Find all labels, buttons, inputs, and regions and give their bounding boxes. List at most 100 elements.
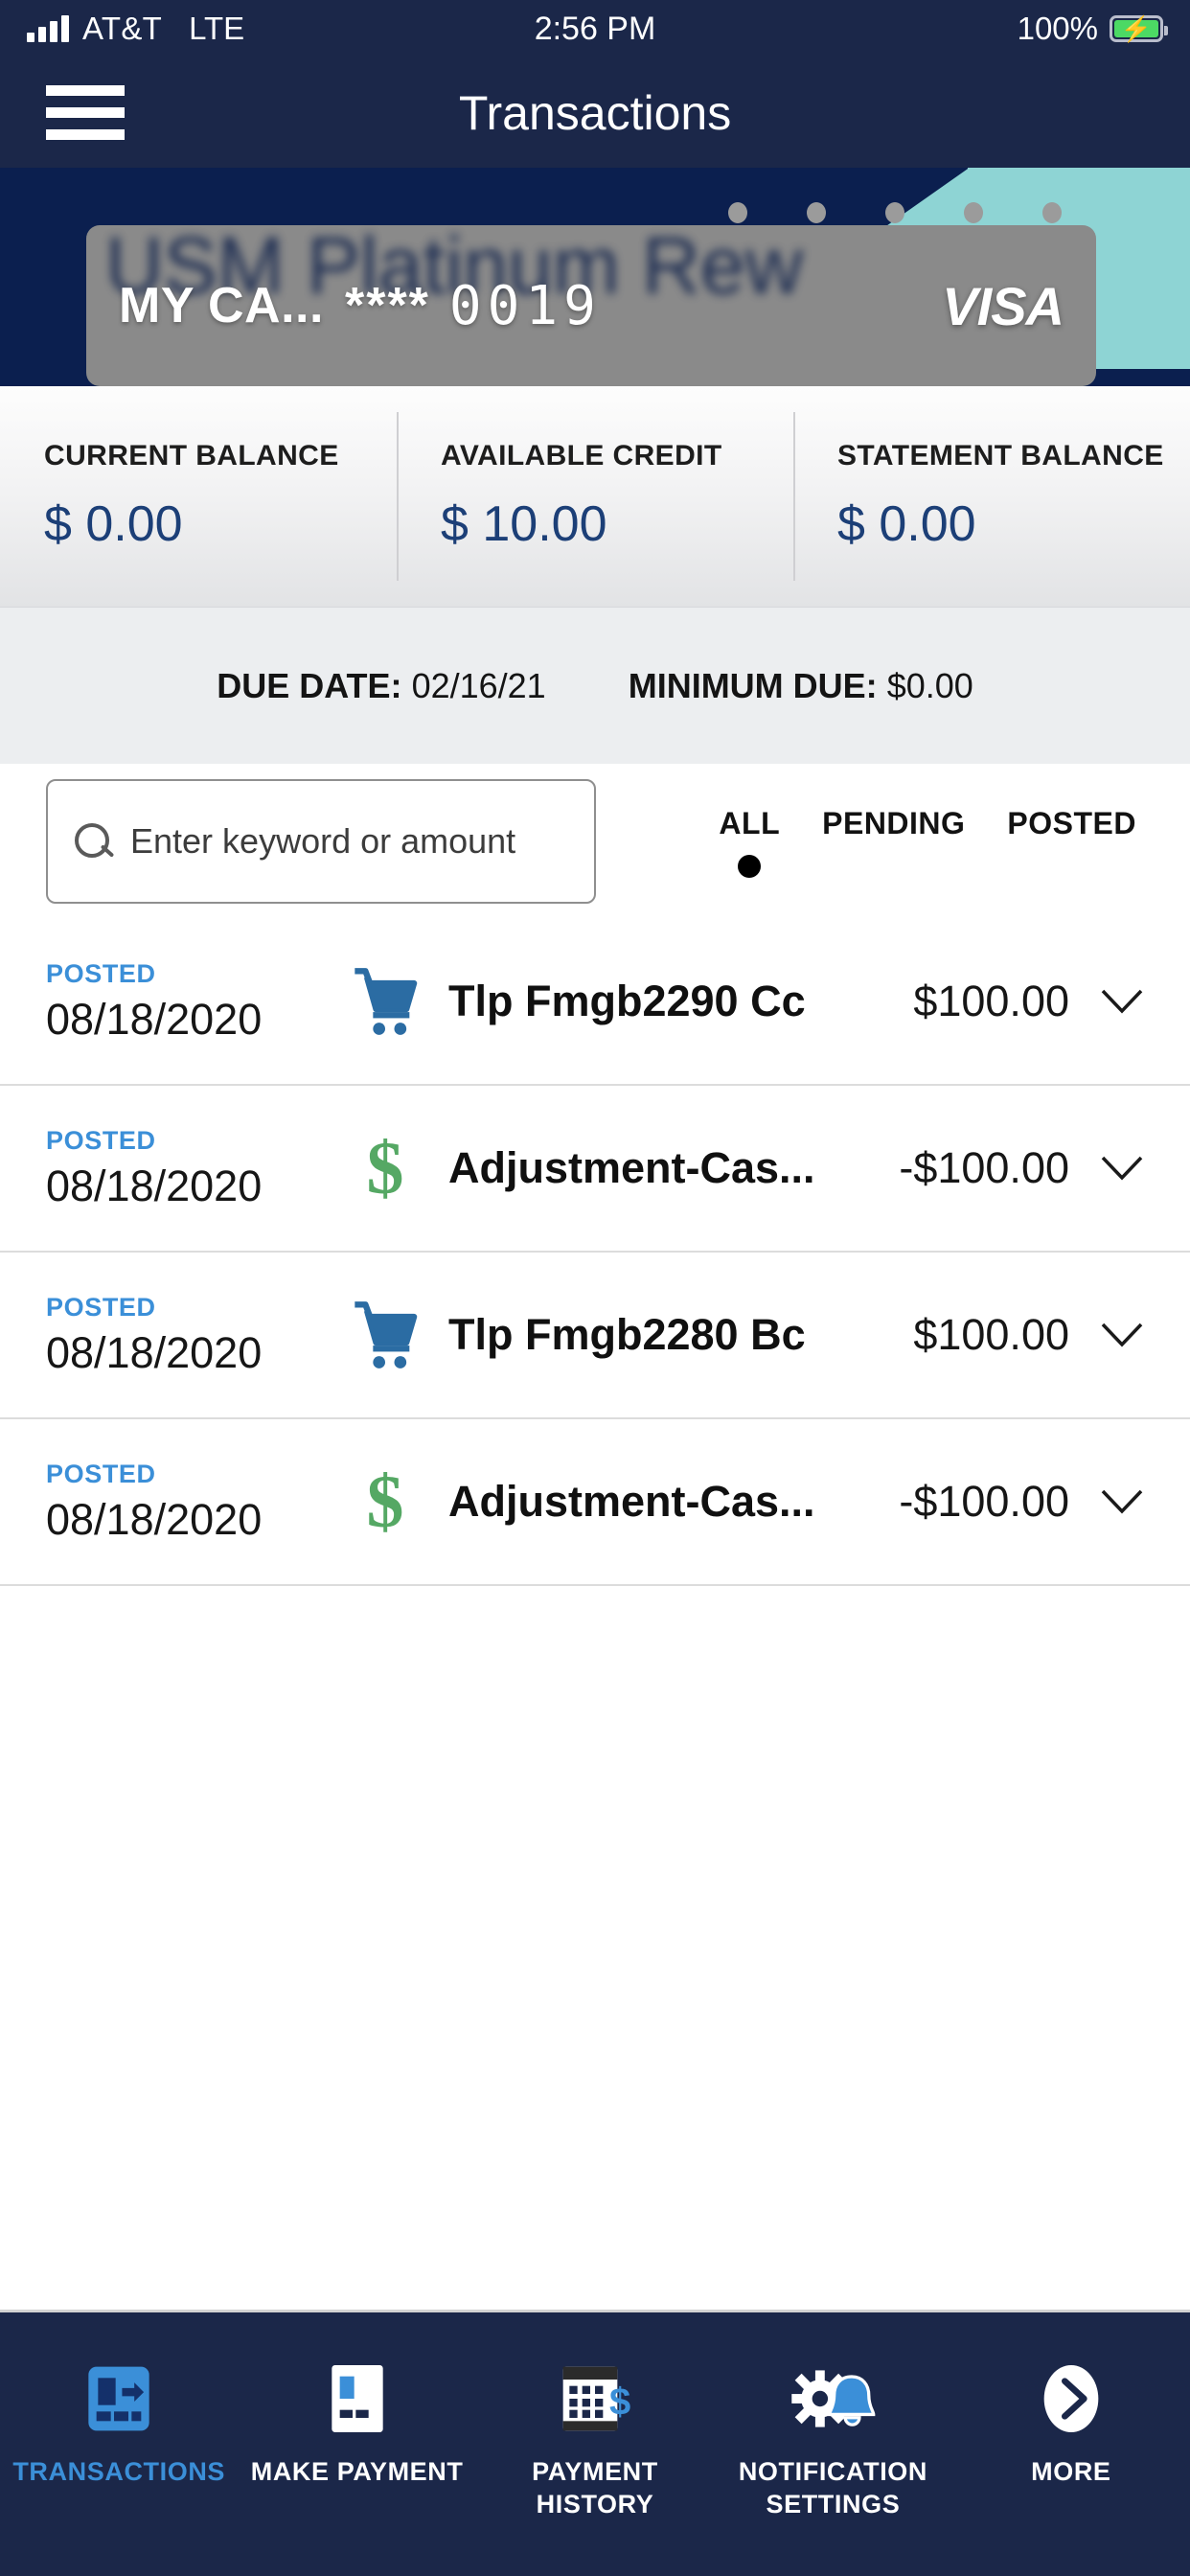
carousel-dot[interactable] bbox=[728, 202, 747, 223]
nav-item-notification-settings[interactable]: NOTIFICATION SETTINGS bbox=[714, 2358, 951, 2521]
search-icon bbox=[73, 821, 113, 862]
transaction-date-block: POSTED 08/18/2020 bbox=[46, 1126, 339, 1211]
nav-item-transactions[interactable]: TRANSACTIONS bbox=[0, 2358, 238, 2489]
transaction-amount: $100.00 bbox=[913, 977, 1069, 1025]
search-and-filters: ALL PENDING POSTED bbox=[0, 764, 1190, 919]
table-row[interactable]: POSTED 08/18/2020 $ Adjustment-Cas... -$… bbox=[0, 1419, 1190, 1586]
make-payment-card-icon bbox=[323, 2358, 392, 2439]
bottom-navigation: TRANSACTIONS MAKE PAYMENT $ PAYMENT HIST… bbox=[0, 2310, 1190, 2576]
carousel-dot[interactable] bbox=[964, 202, 983, 223]
transaction-date: 08/18/2020 bbox=[46, 1494, 263, 1544]
nav-item-make-payment[interactable]: MAKE PAYMENT bbox=[238, 2358, 475, 2489]
due-date-value: 02/16/21 bbox=[411, 665, 546, 705]
dollar-sign-icon: $ bbox=[366, 1125, 404, 1209]
status-bar-left: AT&T LTE bbox=[27, 11, 244, 47]
tab-label: ALL bbox=[719, 805, 781, 840]
table-row[interactable]: POSTED 08/18/2020 Tlp Fmgb2290 Cc $100.0… bbox=[0, 919, 1190, 1086]
chevron-down-icon[interactable] bbox=[1069, 1321, 1144, 1349]
credit-card[interactable]: USM Platinum Rew MY CA... **** 0019 VISA bbox=[86, 225, 1096, 386]
transaction-description: Adjustment-Cas... bbox=[448, 1143, 815, 1192]
transaction-date: 08/18/2020 bbox=[46, 1161, 263, 1210]
carousel-dot[interactable] bbox=[1042, 202, 1062, 223]
minimum-due: MINIMUM DUE: $0.00 bbox=[629, 666, 973, 706]
card-mask: **** bbox=[344, 278, 430, 334]
chevron-down-icon[interactable] bbox=[1069, 987, 1144, 1016]
signal-bars-icon bbox=[27, 15, 69, 42]
status-badge: POSTED bbox=[46, 958, 156, 988]
carousel-dot[interactable] bbox=[885, 202, 904, 223]
card-overlay: MY CA... **** 0019 VISA bbox=[86, 225, 1096, 386]
transaction-description: Adjustment-Cas... bbox=[448, 1477, 815, 1526]
transaction-description: Tlp Fmgb2280 Bc bbox=[448, 1310, 806, 1359]
tab-pending[interactable]: PENDING bbox=[822, 806, 965, 878]
nav-label: TRANSACTIONS bbox=[12, 2457, 226, 2486]
balance-available-credit: AVAILABLE CREDIT $ 10.00 bbox=[397, 412, 793, 581]
app-header: Transactions bbox=[0, 58, 1190, 168]
transaction-date: 08/18/2020 bbox=[46, 994, 263, 1044]
balance-value: $ 0.00 bbox=[837, 496, 976, 552]
balance-current: CURRENT BALANCE $ 0.00 bbox=[0, 420, 397, 573]
minimum-due-label: MINIMUM DUE: bbox=[628, 665, 878, 705]
carrier-label: AT&T bbox=[82, 11, 163, 46]
tab-label: PENDING bbox=[822, 805, 966, 840]
tab-selected-indicator bbox=[738, 854, 762, 878]
gear-bell-icon bbox=[789, 2358, 877, 2439]
balance-label: AVAILABLE CREDIT bbox=[441, 440, 722, 472]
status-badge: POSTED bbox=[46, 1125, 156, 1155]
tab-label: POSTED bbox=[1007, 805, 1136, 840]
nav-label: NOTIFICATION SETTINGS bbox=[738, 2457, 928, 2518]
minimum-due-value: $0.00 bbox=[886, 665, 973, 705]
transaction-amount: -$100.00 bbox=[899, 1477, 1069, 1526]
tab-posted[interactable]: POSTED bbox=[1007, 806, 1136, 878]
payment-history-calendar-icon: $ bbox=[556, 2358, 634, 2439]
transaction-date-block: POSTED 08/18/2020 bbox=[46, 1460, 339, 1545]
tab-all[interactable]: ALL bbox=[719, 806, 780, 878]
due-summary-row: DUE DATE: 02/16/21 MINIMUM DUE: $0.00 bbox=[0, 607, 1190, 764]
status-bar: AT&T LTE 2:56 PM 100% ⚡ bbox=[0, 0, 1190, 58]
transaction-description: Tlp Fmgb2290 Cc bbox=[448, 977, 806, 1025]
chevron-right-circle-icon bbox=[1034, 2358, 1109, 2439]
balance-statement: STATEMENT BALANCE $ 0.00 bbox=[793, 412, 1190, 581]
nav-item-payment-history[interactable]: $ PAYMENT HISTORY bbox=[476, 2358, 714, 2521]
transaction-amount: $100.00 bbox=[913, 1310, 1069, 1359]
carousel-dot[interactable] bbox=[807, 202, 826, 223]
balance-summary: CURRENT BALANCE $ 0.00 AVAILABLE CREDIT … bbox=[0, 386, 1190, 607]
card-last-four: 0019 bbox=[448, 274, 602, 337]
battery-charging-icon: ⚡ bbox=[1110, 15, 1168, 42]
table-row[interactable]: POSTED 08/18/2020 Tlp Fmgb2280 Bc $100.0… bbox=[0, 1253, 1190, 1419]
page-title: Transactions bbox=[458, 85, 732, 140]
status-bar-right: 100% ⚡ bbox=[1017, 11, 1168, 47]
network-type-label: LTE bbox=[189, 11, 245, 46]
battery-percent-label: 100% bbox=[1017, 11, 1098, 46]
shopping-cart-icon bbox=[339, 1299, 431, 1371]
search-input[interactable] bbox=[130, 821, 569, 862]
shopping-cart-icon bbox=[339, 965, 431, 1038]
transaction-date: 08/18/2020 bbox=[46, 1327, 263, 1377]
due-date-label: DUE DATE: bbox=[217, 665, 402, 705]
status-badge: POSTED bbox=[46, 1459, 156, 1488]
search-box[interactable] bbox=[46, 779, 596, 904]
nav-label: MORE bbox=[1031, 2457, 1111, 2486]
transaction-filter-tabs: ALL PENDING POSTED bbox=[719, 806, 1144, 878]
transaction-date-block: POSTED 08/18/2020 bbox=[46, 959, 339, 1045]
chevron-down-icon[interactable] bbox=[1069, 1487, 1144, 1516]
transaction-list: POSTED 08/18/2020 Tlp Fmgb2290 Cc $100.0… bbox=[0, 919, 1190, 1586]
transaction-amount: -$100.00 bbox=[899, 1143, 1069, 1192]
nav-label: MAKE PAYMENT bbox=[250, 2457, 464, 2486]
card-carousel[interactable]: USM Platinum Rew MY CA... **** 0019 VISA bbox=[0, 168, 1190, 386]
balance-label: CURRENT BALANCE bbox=[44, 440, 339, 472]
svg-text:$: $ bbox=[609, 2381, 630, 2424]
nav-label: PAYMENT HISTORY bbox=[532, 2457, 658, 2518]
balance-value: $ 10.00 bbox=[441, 496, 607, 552]
nav-item-more[interactable]: MORE bbox=[952, 2358, 1190, 2489]
carousel-dots[interactable] bbox=[728, 202, 1062, 223]
due-date: DUE DATE: 02/16/21 bbox=[217, 666, 545, 706]
chevron-down-icon[interactable] bbox=[1069, 1154, 1144, 1183]
hamburger-menu-icon[interactable] bbox=[46, 85, 125, 140]
balance-label: STATEMENT BALANCE bbox=[837, 440, 1164, 472]
table-row[interactable]: POSTED 08/18/2020 $ Adjustment-Cas... -$… bbox=[0, 1086, 1190, 1253]
visa-logo-icon: VISA bbox=[942, 275, 1064, 336]
balance-value: $ 0.00 bbox=[44, 496, 183, 552]
transactions-icon bbox=[80, 2358, 157, 2439]
card-nickname: MY CA... bbox=[119, 278, 324, 334]
